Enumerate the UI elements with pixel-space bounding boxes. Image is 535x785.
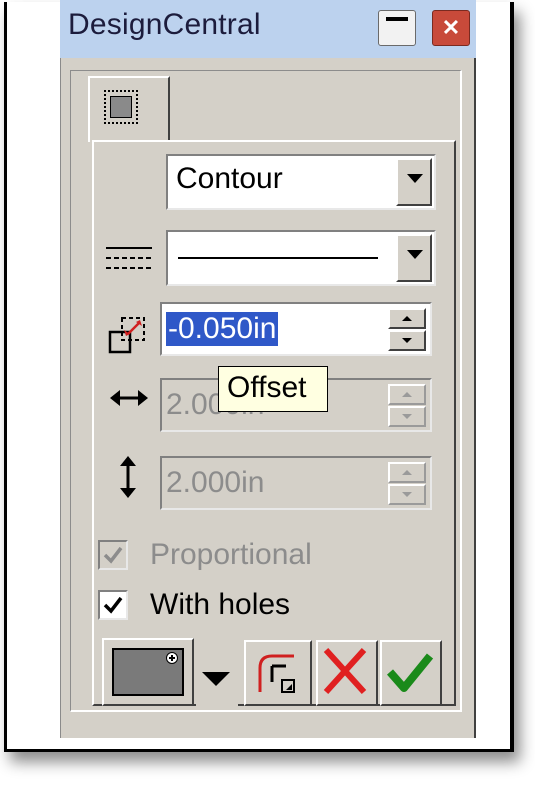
selection-rect-icon	[104, 90, 138, 124]
minimize-icon	[386, 17, 408, 21]
offset-spinner[interactable]	[388, 308, 426, 352]
close-button[interactable]: ✕	[432, 10, 470, 46]
shape-type-dropdown-button[interactable]	[396, 158, 432, 206]
solid-line-icon	[178, 257, 378, 259]
ok-button[interactable]	[380, 640, 442, 706]
width-spinner	[388, 384, 426, 428]
checkmark-icon	[103, 546, 123, 564]
checkmark-icon	[103, 596, 123, 614]
corner-tool-icon	[258, 654, 295, 693]
height-arrows-icon	[120, 456, 136, 498]
height-field: 2.000in	[160, 456, 432, 510]
line-style-dropdown-button[interactable]	[396, 234, 432, 282]
green-check-icon	[386, 653, 434, 692]
offset-value[interactable]: -0.050in	[166, 312, 279, 346]
offset-tooltip: Offset	[218, 366, 328, 412]
window-title: DesignCentral	[68, 8, 261, 41]
shape-dropdown-button[interactable]	[196, 652, 238, 706]
minimize-button[interactable]	[378, 10, 416, 46]
chevron-down-icon	[202, 672, 230, 686]
shape-preview-button[interactable]	[102, 638, 194, 706]
width-arrows-icon	[110, 390, 148, 406]
shape-type-value: Contour	[176, 162, 283, 195]
height-spinner	[388, 462, 426, 506]
offset-icon	[108, 317, 145, 354]
offset-up-button[interactable]	[388, 308, 426, 329]
cancel-button[interactable]	[316, 640, 378, 706]
shape-type-select[interactable]: Contour	[166, 154, 436, 210]
offset-down-button[interactable]	[388, 330, 426, 351]
with-holes-label[interactable]: With holes	[150, 588, 290, 622]
corner-tool-button[interactable]	[244, 640, 312, 706]
offset-field[interactable]: -0.050in	[160, 302, 432, 356]
tab-selection[interactable]	[88, 76, 170, 142]
line-style-icon	[106, 247, 152, 269]
with-holes-checkbox[interactable]	[98, 590, 128, 620]
height-value: 2.000in	[166, 466, 265, 499]
line-style-select[interactable]	[166, 230, 436, 286]
red-x-icon	[323, 647, 367, 695]
close-icon: ✕	[441, 15, 461, 40]
proportional-checkbox	[98, 540, 128, 570]
proportional-label: Proportional	[150, 538, 312, 571]
rectangle-preview-icon	[112, 648, 184, 696]
